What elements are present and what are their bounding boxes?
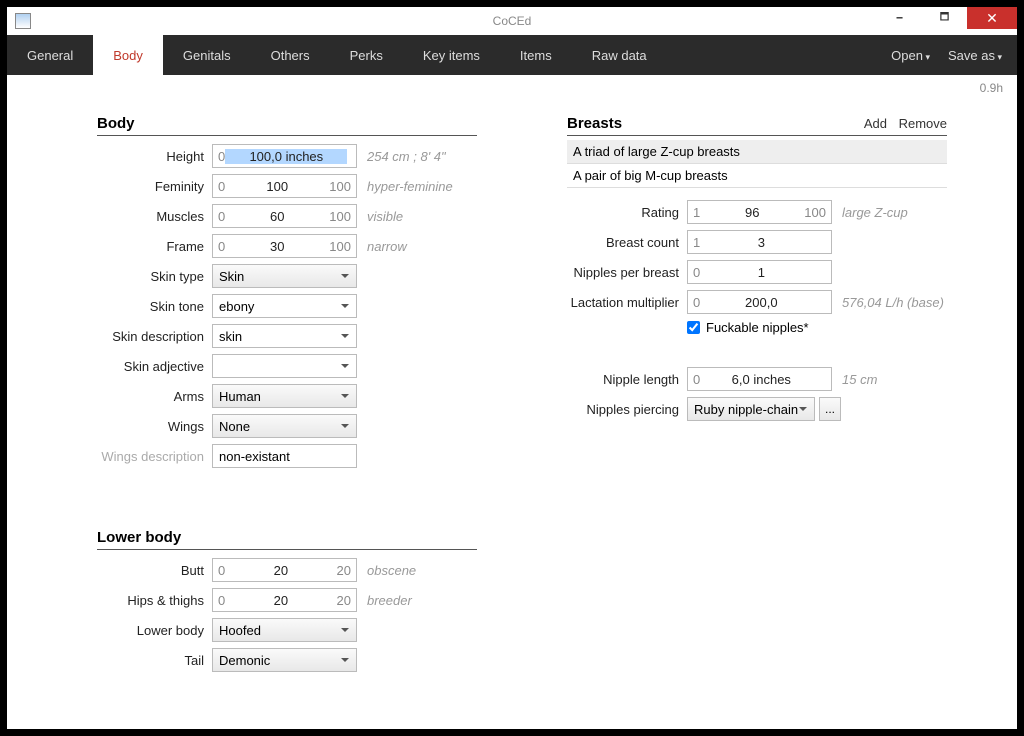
height-label: Height [97,149,212,164]
breast-row-0[interactable]: A triad of large Z-cup breasts [567,140,947,164]
wings-desc-input[interactable]: non-existant [212,444,357,468]
height-input[interactable]: 0 100,0 inches . [212,144,357,168]
tab-others[interactable]: Others [251,35,330,75]
nipples-piercing-label: Nipples piercing [567,402,687,417]
tab-raw-data[interactable]: Raw data [572,35,667,75]
breast-count-label: Breast count [567,235,687,250]
wings-select[interactable]: None [212,414,357,438]
butt-label: Butt [97,563,212,578]
skin-tone-select[interactable]: ebony [212,294,357,318]
skin-desc-select[interactable]: skin [212,324,357,348]
hips-hint: breeder [367,593,412,608]
frame-label: Frame [97,239,212,254]
titlebar: CoCEd 🗕 🗖 ✕ [7,7,1017,35]
tab-key-items[interactable]: Key items [403,35,500,75]
nipple-length-label: Nipple length [567,372,687,387]
lactation-hint: 576,04 L/h (base) [842,295,944,310]
skin-type-label: Skin type [97,269,212,284]
arms-select[interactable]: Human [212,384,357,408]
butt-hint: obscene [367,563,416,578]
breast-row-1[interactable]: A pair of big M-cup breasts [567,164,947,188]
feminity-input[interactable]: 0 100 100 [212,174,357,198]
muscles-label: Muscles [97,209,212,224]
butt-input[interactable]: 0 20 20 [212,558,357,582]
arms-label: Arms [97,389,212,404]
tail-select[interactable]: Demonic [212,648,357,672]
close-button[interactable]: ✕ [967,7,1017,29]
muscles-input[interactable]: 0 60 100 [212,204,357,228]
nipple-length-hint: 15 cm [842,372,877,387]
npb-label: Nipples per breast [567,265,687,280]
rating-hint: large Z-cup [842,205,908,220]
maximize-button[interactable]: 🗖 [922,7,967,29]
breast-count-input[interactable]: 1 3 . [687,230,832,254]
height-hint: 254 cm ; 8' 4" [367,149,446,164]
fuckable-nipples-label: Fuckable nipples* [706,320,809,335]
wings-label: Wings [97,419,212,434]
skin-adj-label: Skin adjective [97,359,212,374]
lactation-input[interactable]: 0 200,0 . [687,290,832,314]
menubar: General Body Genitals Others Perks Key i… [7,35,1017,75]
remove-breasts-button[interactable]: Remove [899,116,947,131]
hips-label: Hips & thighs [97,593,212,608]
lower-body-section-title: Lower body [97,529,477,550]
tab-general[interactable]: General [7,35,93,75]
rating-input[interactable]: 1 96 100 [687,200,832,224]
open-menu[interactable]: Open [891,48,930,63]
hips-input[interactable]: 0 20 20 [212,588,357,612]
nipples-piercing-more-button[interactable]: ... [819,397,841,421]
fuckable-nipples-checkbox[interactable] [687,321,700,334]
npb-input[interactable]: 0 1 . [687,260,832,284]
lactation-label: Lactation multiplier [567,295,687,310]
skin-desc-label: Skin description [97,329,212,344]
status-text: 0.9h [7,75,1017,95]
nipple-length-input[interactable]: 0 6,0 inches . [687,367,832,391]
tab-items[interactable]: Items [500,35,572,75]
app-icon [15,13,31,29]
lower-body-label: Lower body [97,623,212,638]
skin-type-select[interactable]: Skin [212,264,357,288]
body-section-title: Body [97,115,477,136]
tail-label: Tail [97,653,212,668]
save-as-menu[interactable]: Save as [948,48,1002,63]
nipples-piercing-select[interactable]: Ruby nipple-chain [687,397,815,421]
tab-genitals[interactable]: Genitals [163,35,251,75]
skin-tone-label: Skin tone [97,299,212,314]
add-breasts-button[interactable]: Add [864,116,887,131]
window-title: CoCEd [493,14,532,28]
wings-desc-label: Wings description [97,449,212,464]
skin-adj-select[interactable] [212,354,357,378]
breasts-section-title: Breasts [567,115,622,132]
feminity-hint: hyper-feminine [367,179,453,194]
feminity-label: Feminity [97,179,212,194]
rating-label: Rating [567,205,687,220]
minimize-button[interactable]: 🗕 [877,7,922,29]
tab-perks[interactable]: Perks [330,35,403,75]
frame-hint: narrow [367,239,407,254]
lower-body-select[interactable]: Hoofed [212,618,357,642]
muscles-hint: visible [367,209,403,224]
tab-body[interactable]: Body [93,35,163,75]
frame-input[interactable]: 0 30 100 [212,234,357,258]
